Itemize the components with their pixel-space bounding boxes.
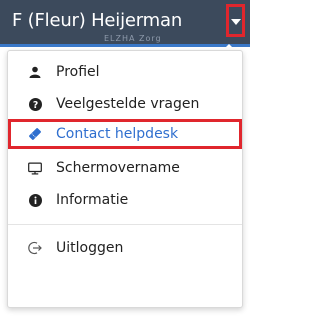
info-circle-icon bbox=[28, 193, 42, 207]
menu-item-label: Profiel bbox=[56, 64, 100, 80]
user-icon bbox=[28, 65, 42, 79]
menu-item-label: Informatie bbox=[56, 192, 129, 208]
accent-strip bbox=[0, 44, 250, 47]
monitor-icon bbox=[28, 161, 42, 175]
menu-item-label: Schermovername bbox=[56, 160, 180, 176]
menu-item-logout[interactable]: Uitloggen bbox=[8, 233, 242, 263]
menu-item-faq[interactable]: ? Veelgestelde vragen bbox=[8, 89, 242, 119]
menu-item-label: Veelgestelde vragen bbox=[56, 96, 200, 112]
top-bar: F (Fleur) Heijerman ELZHA Zorg bbox=[0, 0, 250, 44]
menu-item-contact-helpdesk[interactable]: Contact helpdesk bbox=[8, 119, 242, 149]
user-name[interactable]: F (Fleur) Heijerman bbox=[12, 10, 182, 31]
menu-item-label: Contact helpdesk bbox=[56, 126, 179, 142]
svg-text:?: ? bbox=[32, 100, 37, 111]
question-circle-icon: ? bbox=[28, 97, 42, 111]
menu-item-information[interactable]: Informatie bbox=[8, 185, 242, 215]
logout-icon bbox=[28, 241, 42, 255]
caret-down-icon bbox=[230, 18, 241, 25]
user-organization: ELZHA Zorg bbox=[104, 34, 162, 43]
menu-divider bbox=[8, 224, 242, 225]
user-menu-toggle-button[interactable] bbox=[226, 4, 245, 37]
ticket-icon bbox=[28, 127, 42, 141]
menu-item-profile[interactable]: Profiel bbox=[8, 57, 242, 87]
menu-item-label: Uitloggen bbox=[56, 240, 124, 256]
user-dropdown-menu: Profiel ? Veelgestelde vragen Contact he… bbox=[7, 50, 243, 308]
menu-item-screen-takeover[interactable]: Schermovername bbox=[8, 153, 242, 183]
